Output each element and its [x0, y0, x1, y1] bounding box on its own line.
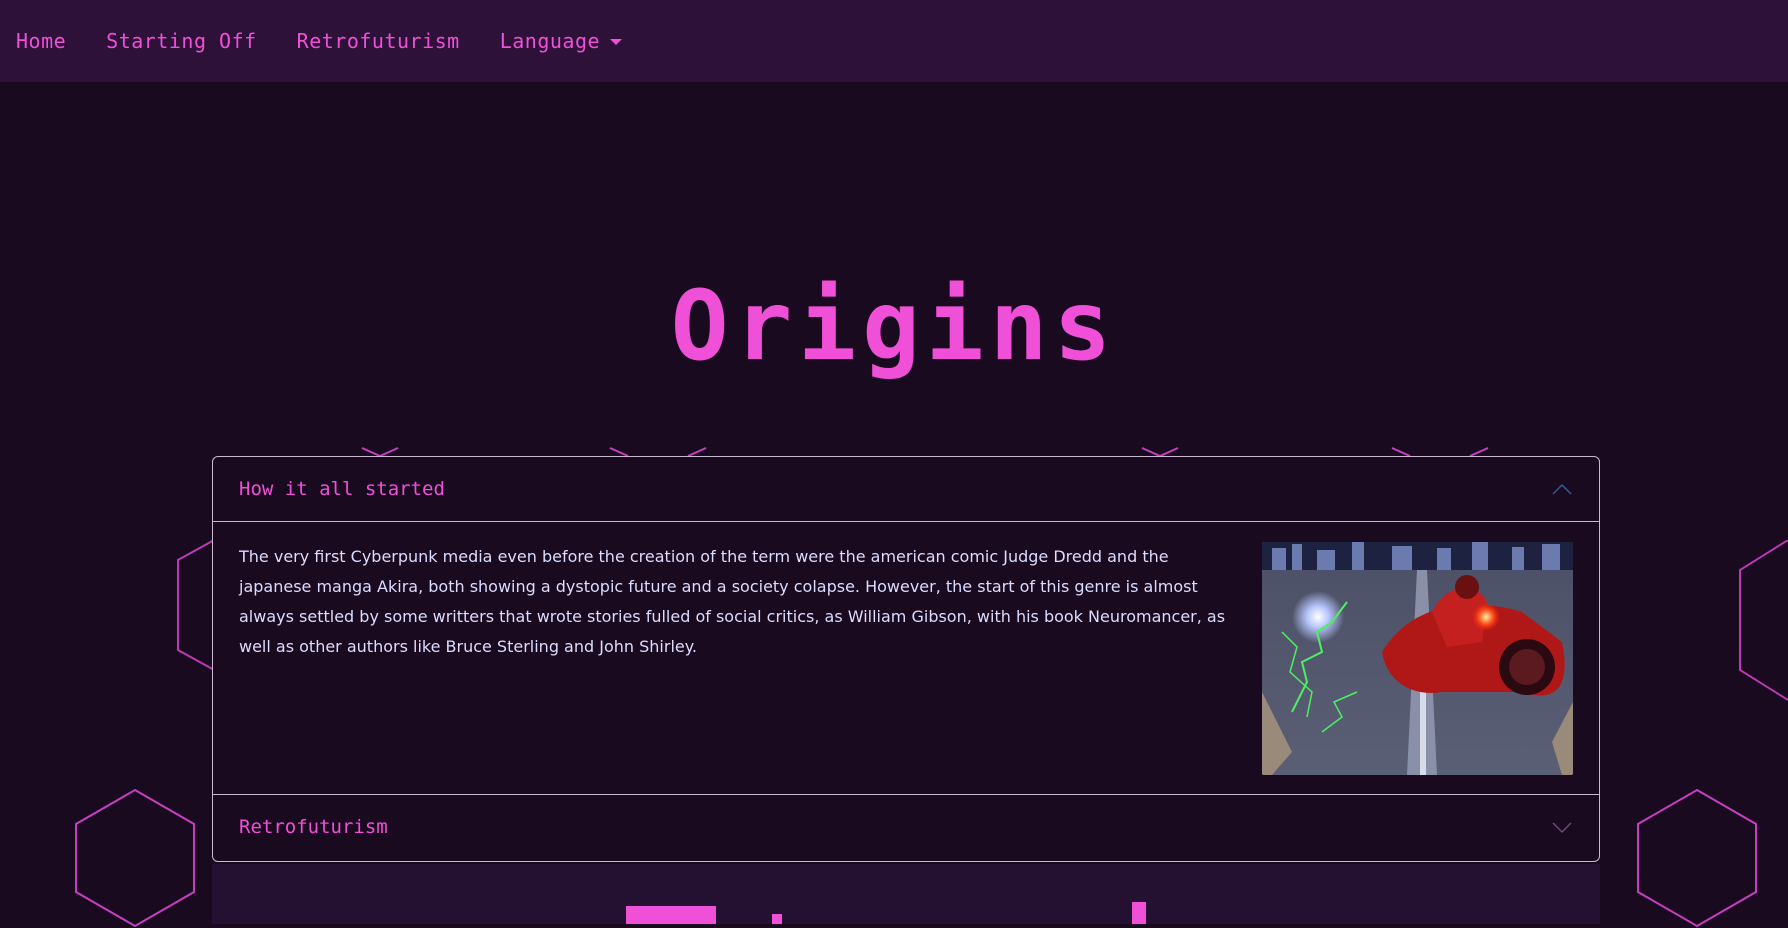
- accordion-header-label: Retrofuturism: [239, 816, 388, 838]
- accordion-header-label: How it all started: [239, 478, 445, 500]
- page-title: Origins: [670, 270, 1118, 382]
- chevron-up-icon: [1552, 483, 1572, 495]
- nav-language-dropdown[interactable]: Language: [499, 29, 623, 53]
- next-section-card: [212, 864, 1600, 924]
- accordion-header-how-it-started[interactable]: How it all started: [213, 457, 1599, 521]
- nav-starting-off[interactable]: Starting Off: [106, 29, 257, 53]
- hexagon-decoration-icon: [1739, 540, 1788, 701]
- chevron-down-icon: [1552, 822, 1572, 834]
- navbar: Home Starting Off Retrofuturism Language: [0, 0, 1788, 82]
- hexagon-decoration-icon: [75, 788, 195, 928]
- accordion-body-how-it-started: The very first Cyberpunk media even befo…: [213, 521, 1599, 795]
- origins-accordion: How it all started The very first Cyberp…: [212, 456, 1600, 862]
- accordion-body-text: The very first Cyberpunk media even befo…: [239, 547, 1226, 656]
- nav-retrofuturism[interactable]: Retrofuturism: [297, 29, 460, 53]
- akira-illustration: [1262, 542, 1573, 775]
- hexagon-decoration-icon: [1637, 788, 1757, 928]
- next-section-title-partial: [626, 902, 1146, 924]
- caret-down-icon: [610, 39, 623, 45]
- accordion-header-retrofuturism[interactable]: Retrofuturism: [213, 795, 1599, 859]
- nav-home[interactable]: Home: [16, 29, 66, 53]
- nav-language-label: Language: [499, 29, 601, 53]
